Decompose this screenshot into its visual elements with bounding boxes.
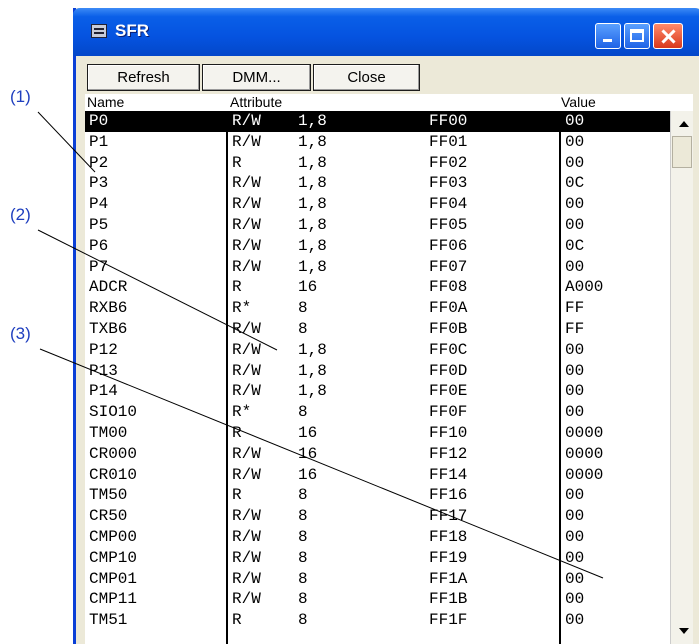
- leader-line-3: [39, 348, 604, 579]
- leader-line-2: [37, 229, 278, 351]
- leader-line-1: [37, 111, 96, 173]
- callout-leader-lines: [37, 111, 604, 579]
